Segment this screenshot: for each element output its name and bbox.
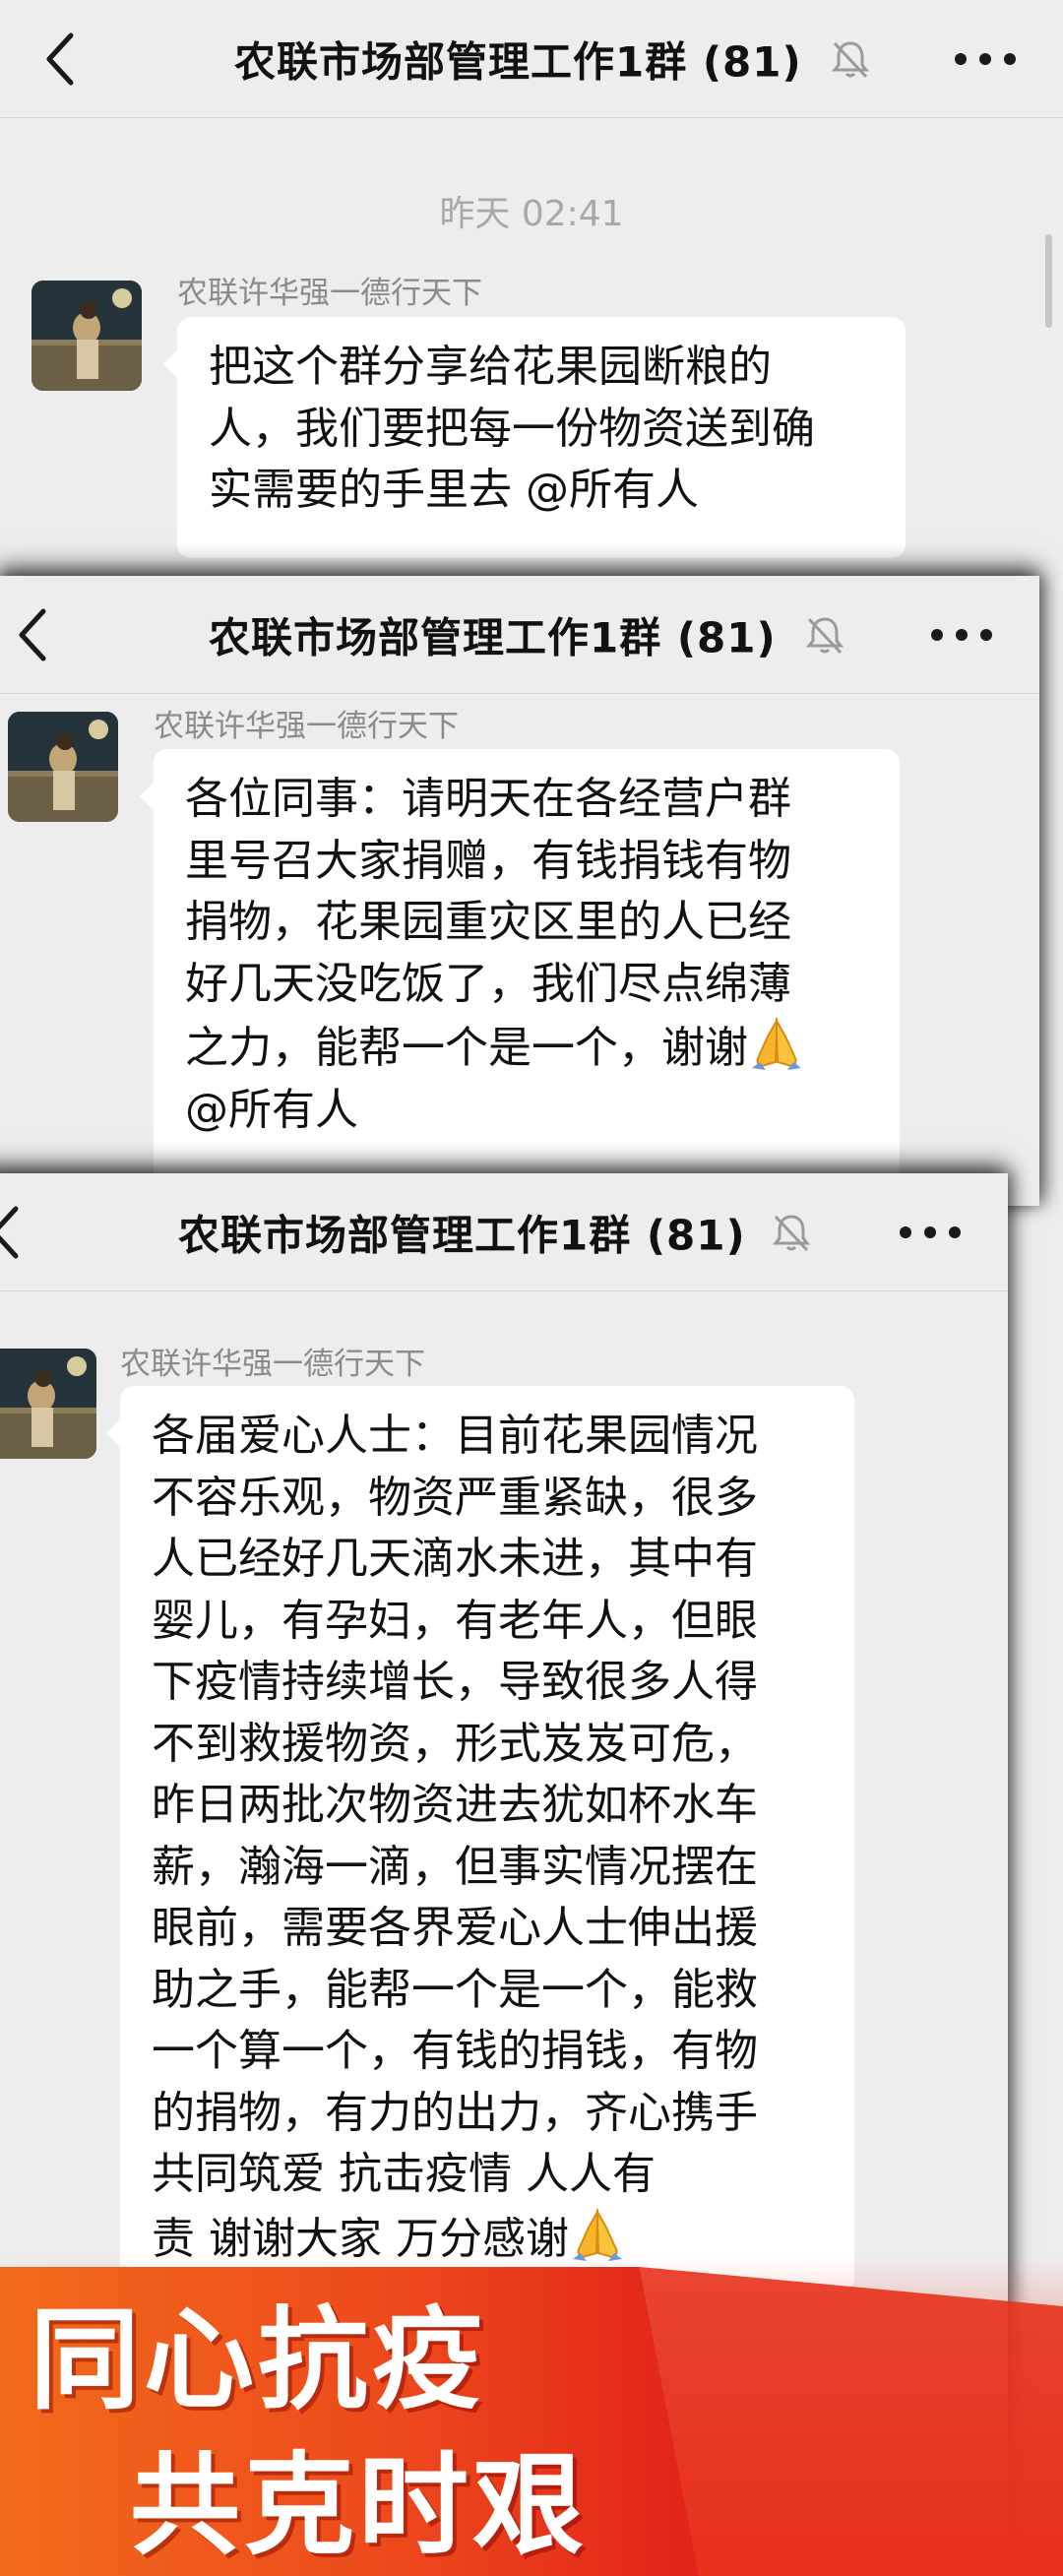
nav-bar: 农联市场部管理工作1群 (81): [0, 1173, 1008, 1291]
message-line: 里号召大家捐赠，有钱捐钱有物: [185, 835, 791, 886]
scrollbar[interactable]: [1045, 234, 1052, 328]
message-bubble[interactable]: 各位同事：请明天在各经营户群 里号召大家捐赠，有钱捐钱有物 捐物，花果园重灾区里…: [140, 749, 900, 1182]
slogan-banner: 同心抗疫 共克时艰: [0, 2261, 1063, 2576]
bell-off-icon: [831, 40, 870, 78]
nav-bar: 农联市场部管理工作1群 (81): [0, 576, 1039, 694]
chat-title: 农联市场部管理工作1群 (81): [209, 613, 777, 661]
avatar[interactable]: [8, 712, 118, 822]
message-line: 的捐物，有力的出力，齐心携手: [152, 2087, 758, 2138]
message-timestamp: 昨天 02:41: [439, 194, 624, 234]
more-dots-icon[interactable]: [927, 625, 996, 645]
message-line: 各位同事：请明天在各经营户群: [185, 774, 791, 824]
message-line: 捐物，花果园重灾区里的人已经: [185, 897, 791, 947]
chat-title: 农联市场部管理工作1群 (81): [234, 37, 802, 86]
avatar[interactable]: [0, 1349, 96, 1459]
chevron-left-icon[interactable]: [39, 28, 83, 91]
slogan-line-1: 同心抗疫: [30, 2296, 486, 2424]
message-line: 共同筑爱 抗击疫情 人人有: [152, 2149, 656, 2199]
message-line: @所有人: [185, 1084, 358, 1135]
message-line: 好几天没吃饭了，我们尽点绵薄: [185, 958, 791, 1009]
bell-off-icon: [772, 1214, 811, 1251]
message-line: 实需要的手里去 @所有人: [209, 465, 699, 515]
chevron-left-icon[interactable]: [0, 1201, 28, 1264]
folded-hands-emoji: [752, 1017, 801, 1070]
message-line: 不到救援物资，形式岌岌可危，: [152, 1718, 758, 1769]
chat-screen-2: 农联市场部管理工作1群 (81) 农联许华强一德行天下 各位同事：请明天在各经营…: [0, 576, 1039, 1206]
chevron-left-icon[interactable]: [12, 603, 55, 666]
more-dots-icon[interactable]: [896, 1223, 965, 1242]
sender-name: 农联许华强一德行天下: [177, 276, 482, 311]
message-bubble[interactable]: 把这个群分享给花果园断粮的 人，我们要把每一份物资送到确 实需要的手里去 @所有…: [163, 317, 906, 558]
folded-hands-emoji: [572, 2207, 622, 2261]
message-line: 不容乐观，物资严重紧缺，很多: [152, 1472, 758, 1523]
message-line: 各届爱心人士：目前花果园情况: [152, 1411, 758, 1461]
message-line: 眼前，需要各界爱心人士伸出援: [152, 1903, 758, 1953]
message-line: 下疫情持续增长，导致很多人得: [152, 1657, 758, 1707]
message-line: 助之手，能帮一个是一个，能救: [152, 1964, 758, 2015]
message-line: 一个算一个，有钱的捐钱，有物: [152, 2026, 758, 2076]
message-line: 人，我们要把每一份物资送到确: [209, 403, 815, 454]
chat-screen-1: 农联市场部管理工作1群 (81) 昨天 02:41 农联许华强一德行天下 把这个…: [0, 0, 1063, 630]
message-line: 把这个群分享给花果园断粮的: [209, 342, 772, 392]
chat-title: 农联市场部管理工作1群 (81): [178, 1211, 746, 1259]
avatar[interactable]: [31, 281, 142, 391]
message-bubble[interactable]: 各届爱心人士：目前花果园情况 不容乐观，物资严重紧缺，很多 人已经好几天滴水未进…: [106, 1386, 854, 2292]
nav-bar: 农联市场部管理工作1群 (81): [0, 0, 1063, 118]
message-line: 婴儿，有孕妇，有老年人，但眼: [152, 1595, 758, 1646]
sender-name: 农联许华强一德行天下: [154, 709, 459, 744]
more-dots-icon[interactable]: [951, 49, 1020, 69]
bell-off-icon: [805, 616, 844, 654]
message-line: 昨日两批次物资进去犹如杯水车: [152, 1780, 758, 1830]
sender-name: 农联许华强一德行天下: [120, 1347, 425, 1382]
message-text: 之力，能帮一个是一个，谢谢: [185, 1023, 748, 1073]
message-line: 之力，能帮一个是一个，谢谢: [185, 1015, 868, 1080]
message-line: 薪，瀚海一滴，但事实情况摆在: [152, 1841, 758, 1892]
slogan-line-2: 共克时艰: [130, 2442, 587, 2570]
message-line: 人已经好几天滴水未进，其中有: [152, 1534, 758, 1584]
